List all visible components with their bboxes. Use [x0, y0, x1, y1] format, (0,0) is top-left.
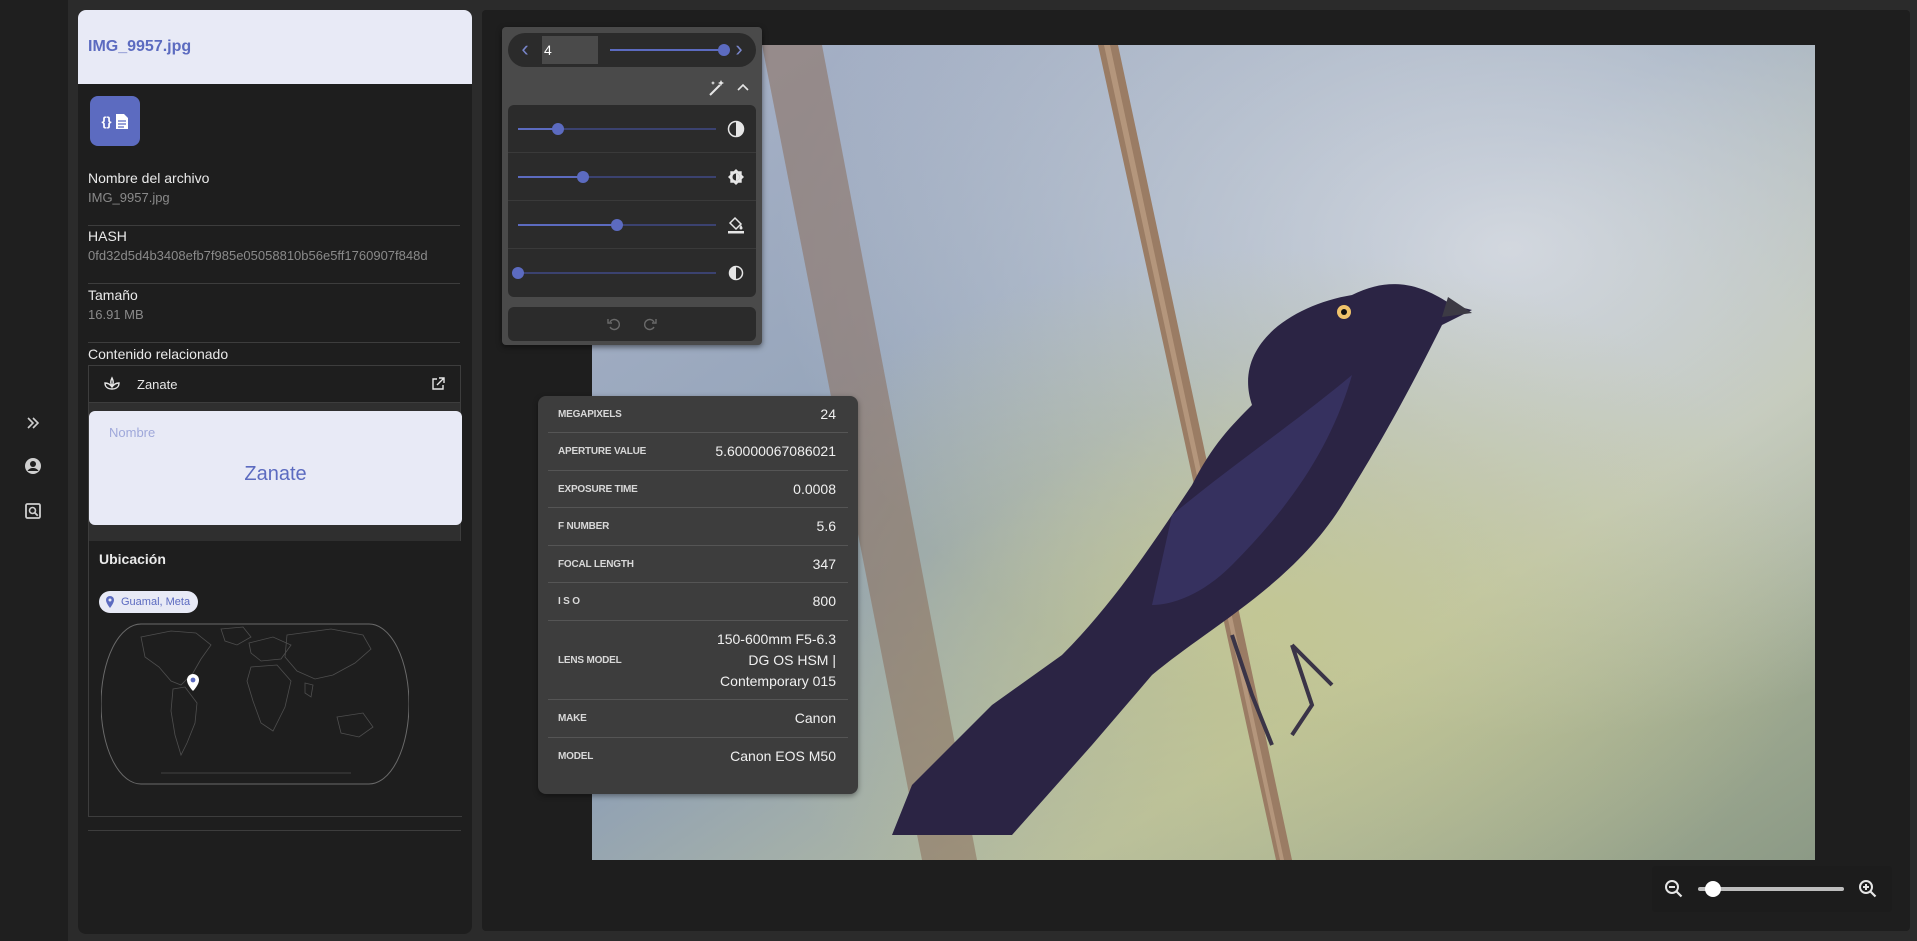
panel-tools: [708, 79, 750, 97]
filename-label: Nombre del archivo: [88, 170, 210, 186]
redo-icon[interactable]: [642, 316, 658, 332]
previous-icon[interactable]: ‹: [514, 38, 536, 61]
account-icon[interactable]: [22, 455, 44, 477]
exif-value: 5.6: [816, 518, 836, 534]
open-external-icon[interactable]: [430, 376, 446, 392]
name-value: Zanate: [244, 463, 307, 485]
zoom-in-icon[interactable]: [1858, 879, 1878, 899]
invert-row: [508, 249, 756, 297]
brightness-slider-fill: [518, 176, 584, 178]
world-map[interactable]: [101, 623, 409, 785]
location-title: Ubicación: [99, 551, 166, 567]
icon-rail: [0, 0, 68, 941]
image-nav: ‹ 4 ›: [508, 33, 756, 67]
location-chip-label: Guamal, Meta: [121, 596, 191, 608]
contrast-icon: [726, 119, 746, 139]
exif-row: LENS MODEL 150-600mm F5-6.3 DG OS HSM | C…: [548, 621, 848, 700]
image-index-input[interactable]: 4: [542, 36, 598, 64]
size-value: 16.91 MB: [88, 307, 144, 322]
exif-value: 24: [820, 405, 836, 422]
file-title-header: IMG_9957.jpg: [78, 10, 472, 84]
brightness-icon: [726, 167, 746, 187]
adjustments: [508, 105, 756, 297]
bottom-divider: [88, 830, 461, 831]
nav-slider-track[interactable]: [610, 49, 722, 51]
meta-hash: HASH 0fd32d5d4b3408efb7f985e05058810b56e…: [88, 228, 460, 284]
exif-value: 150-600mm F5-6.3 DG OS HSM | Contemporar…: [716, 630, 836, 689]
exif-label: APERTURE VALUE: [558, 446, 647, 457]
exif-value: 5.60000067086021: [715, 443, 836, 459]
file-title: IMG_9957.jpg: [88, 38, 192, 55]
size-label: Tamaño: [88, 287, 138, 303]
invert-slider-track[interactable]: [518, 272, 716, 274]
exif-label: MAKE: [558, 713, 587, 724]
exif-row: I S O 800: [548, 583, 848, 621]
exif-row: MEGAPIXELS 24: [548, 396, 848, 433]
location-chip[interactable]: Guamal, Meta: [99, 591, 199, 613]
related-item[interactable]: Zanate: [88, 365, 461, 403]
file-details-panel: IMG_9957.jpg {} Nombre del archivo IMG_9…: [78, 10, 472, 934]
name-label: Nombre: [109, 425, 156, 440]
related-title: Contenido relacionado: [88, 346, 229, 362]
hash-label: HASH: [88, 228, 127, 244]
saturation-slider-fill: [518, 224, 617, 226]
meta-filename: Nombre del archivo IMG_9957.jpg: [88, 170, 460, 226]
exif-label: FOCAL LENGTH: [558, 558, 634, 570]
exif-row: EXPOSURE TIME 0.0008: [548, 471, 848, 508]
expand-sidebar-icon[interactable]: [22, 412, 44, 434]
exif-label: LENS MODEL: [558, 654, 622, 666]
exif-row: MODEL Canon EOS M50: [548, 738, 848, 775]
zoom-slider-thumb[interactable]: [1704, 881, 1721, 897]
invert-slider-thumb[interactable]: [512, 267, 524, 279]
exif-label: I S O: [558, 596, 580, 607]
brightness-row: [508, 153, 756, 201]
exif-value: Canon: [794, 710, 836, 726]
exif-value: 800: [812, 593, 836, 609]
exif-row: F NUMBER 5.6: [548, 508, 848, 546]
image-controls-panel: ‹ 4 ›: [502, 27, 762, 345]
meta-size: Tamaño 16.91 MB: [88, 287, 460, 343]
exif-value: 347: [812, 555, 836, 572]
exif-value: 0.0008: [793, 480, 836, 497]
exif-row: APERTURE VALUE 5.60000067086021: [548, 433, 848, 471]
location-section: Ubicación Guamal, Meta: [89, 541, 462, 817]
file-doc-icon: [115, 113, 128, 129]
related-details: Nombre Zanate Ubicación Guamal, Meta: [88, 403, 462, 817]
exif-value: Canon EOS M50: [730, 748, 836, 764]
undo-icon[interactable]: [606, 316, 622, 332]
history-bar: [508, 307, 756, 341]
exif-row: MAKE Canon: [548, 700, 848, 738]
hash-value: 0fd32d5d4b3408efb7f985e05058810b56e5ff17…: [88, 248, 428, 263]
exif-row: FOCAL LENGTH 347: [548, 546, 848, 583]
species-icon: [103, 375, 123, 393]
image-search-icon[interactable]: [22, 500, 44, 522]
filename-value: IMG_9957.jpg: [88, 190, 170, 205]
view-json-button[interactable]: {}: [90, 96, 140, 146]
invert-icon: [726, 263, 746, 283]
name-card: Nombre Zanate: [89, 411, 462, 525]
next-icon[interactable]: ›: [728, 38, 750, 61]
related-item-label: Zanate: [137, 376, 178, 392]
exif-label: EXPOSURE TIME: [558, 483, 638, 495]
brightness-slider-thumb[interactable]: [577, 171, 590, 183]
exif-panel: MEGAPIXELS 24 APERTURE VALUE 5.60000067086…: [538, 396, 858, 794]
saturation-slider-thumb[interactable]: [611, 219, 623, 231]
color-fill-icon: [726, 215, 746, 235]
contrast-slider-thumb[interactable]: [551, 123, 564, 135]
zoom-control: [1652, 866, 1892, 912]
image-viewer: ‹ 4 › MEGAPIXELS 24 APERTURE VALUE 5.600…: [482, 10, 1910, 931]
exif-label: MEGAPIXELS: [558, 408, 622, 420]
json-code-icon: {}: [101, 113, 112, 129]
collapse-icon[interactable]: [736, 79, 750, 97]
map-marker-icon[interactable]: [187, 674, 199, 691]
zoom-out-icon[interactable]: [1664, 879, 1684, 899]
saturation-row: [508, 201, 756, 249]
auto-fix-wand-icon[interactable]: [708, 79, 726, 97]
exif-label: MODEL: [558, 751, 594, 762]
contrast-row: [508, 105, 756, 153]
exif-label: F NUMBER: [558, 521, 610, 532]
map-pin-icon: [106, 596, 114, 608]
